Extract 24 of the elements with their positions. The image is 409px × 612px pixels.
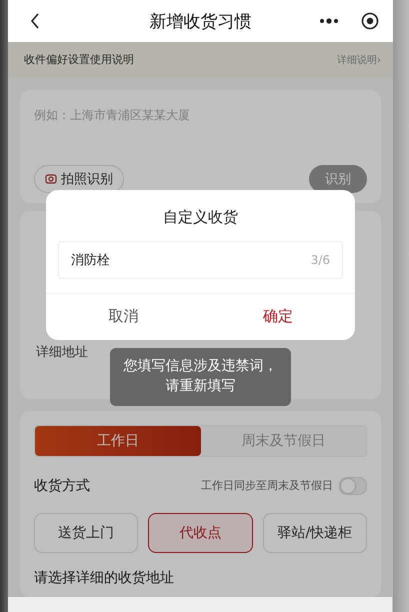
delivery-option[interactable]: 送货上门 bbox=[34, 512, 138, 553]
address-prompt: 请选择详细的收货地址 bbox=[34, 568, 175, 587]
custom-input-field[interactable]: 消防栓 3/6 bbox=[58, 241, 343, 279]
sync-label: 工作日同步至周末及节假日 bbox=[201, 478, 333, 494]
delivery-option[interactable]: 代收点 bbox=[148, 512, 253, 553]
back-icon[interactable] bbox=[30, 13, 40, 29]
dialog-title: 自定义收货 bbox=[163, 208, 238, 227]
delivery-option[interactable]: 驿站/快递柜 bbox=[262, 512, 367, 553]
day-tab[interactable]: 工作日 bbox=[35, 426, 200, 456]
input-value: 消防栓 bbox=[71, 252, 110, 269]
page-title: 新增收货习惯 bbox=[150, 10, 252, 32]
address-field[interactable]: 例如：上海市青浦区某某大厦 bbox=[34, 102, 367, 128]
confirm-button[interactable]: 确定 bbox=[200, 294, 355, 338]
target-icon[interactable] bbox=[361, 12, 379, 30]
camera-icon bbox=[45, 173, 57, 184]
char-counter: 3/6 bbox=[310, 253, 330, 267]
sync-toggle[interactable] bbox=[339, 476, 367, 495]
more-icon[interactable] bbox=[319, 18, 339, 24]
detail-address-label: 详细地址 bbox=[36, 344, 89, 361]
photo-recognize-button[interactable]: 拍照识别 bbox=[34, 164, 124, 193]
info-text: 收件偏好设置使用说明 bbox=[24, 52, 134, 68]
error-toast: 您填写信息涉及违禁词，请重新填写 bbox=[110, 348, 291, 406]
method-label: 收货方式 bbox=[34, 476, 90, 495]
cancel-button[interactable]: 取消 bbox=[46, 294, 200, 338]
